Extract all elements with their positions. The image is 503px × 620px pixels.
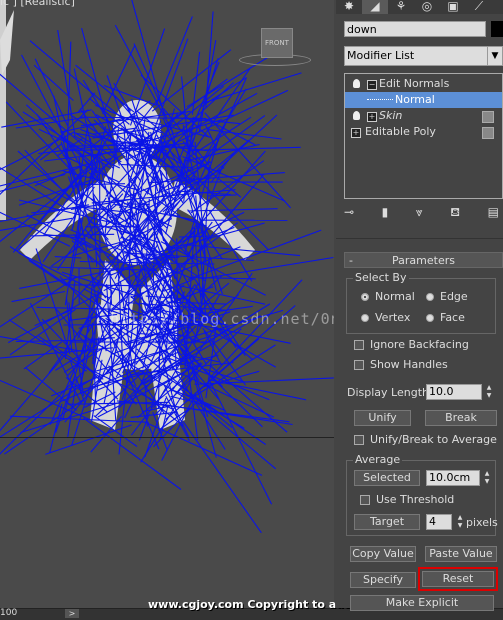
make-explicit-button[interactable]: Make Explicit [350, 595, 494, 611]
stack-item-edit-normals[interactable]: − Edit Normals [345, 76, 502, 92]
remove-modifier-icon[interactable]: ⛾ [450, 205, 460, 225]
utilities-icon[interactable]: ⟋ [466, 0, 492, 14]
time-slider-value: 100 [0, 608, 17, 618]
display-icon[interactable]: ▣ [440, 0, 466, 14]
command-panel-tabs: ✸ ◢ ⚘ ◎ ▣ ⟋ [336, 0, 503, 14]
select-by-group: Select By [346, 278, 496, 334]
rollout-collapse-icon[interactable]: - [349, 253, 353, 269]
time-slider-next-button[interactable]: > [65, 609, 79, 618]
selected-threshold-input[interactable]: 10.0cm [426, 470, 480, 486]
select-by-label: Select By [353, 271, 409, 284]
modify-icon[interactable]: ◢ [362, 0, 388, 14]
ignore-backfacing-label: Ignore Backfacing [370, 338, 469, 351]
unify-break-average-checkbox[interactable] [354, 435, 364, 445]
lightbulb-icon[interactable] [353, 79, 360, 88]
collapse-icon[interactable]: − [367, 80, 377, 90]
create-icon[interactable]: ✸ [336, 0, 362, 14]
pin-stack-icon[interactable]: ⊸ [344, 205, 354, 225]
paste-value-button[interactable]: Paste Value [425, 546, 497, 562]
radio-face[interactable] [426, 314, 434, 322]
modifier-list-dropdown[interactable]: Modifier List ▼ [344, 46, 503, 66]
divider [336, 238, 503, 239]
object-name-field[interactable]: down [344, 21, 486, 37]
chevron-down-icon[interactable]: ▼ [487, 47, 502, 65]
radio-edge[interactable] [426, 293, 434, 301]
stack-toolbar: ⊸ ▮ ⩔ ⛾ ▤ [344, 205, 499, 225]
specify-button[interactable]: Specify [350, 572, 416, 588]
use-threshold-checkbox[interactable] [360, 495, 370, 505]
target-button[interactable]: Target [354, 514, 420, 530]
parameters-rollout-header[interactable]: - Parameters [344, 252, 503, 268]
model-normals-display [0, 0, 334, 608]
selected-threshold-spinner[interactable]: ▲▼ [482, 470, 492, 486]
break-button[interactable]: Break [425, 410, 497, 426]
display-length-label: Display Length: [347, 386, 433, 399]
radio-edge-label: Edge [440, 290, 468, 303]
stack-item-editable-poly[interactable]: + Editable Poly [345, 124, 502, 140]
stack-item-checkbox[interactable] [482, 111, 494, 123]
radio-normal[interactable] [361, 293, 369, 301]
show-handles-label: Show Handles [370, 358, 448, 371]
parameters-rollout: - Parameters Select By Normal Edge Verte… [336, 252, 503, 608]
show-handles-checkbox[interactable] [354, 360, 364, 370]
radio-face-label: Face [440, 311, 465, 324]
reset-highlight-box [418, 567, 498, 591]
ignore-backfacing-checkbox[interactable] [354, 340, 364, 350]
unify-button[interactable]: Unify [354, 410, 411, 426]
configure-modifier-sets-icon[interactable]: ▤ [488, 205, 499, 225]
stack-item-skin[interactable]: + Skin [345, 108, 502, 124]
expand-icon[interactable]: + [351, 128, 361, 138]
lightbulb-icon[interactable] [353, 111, 360, 120]
pixels-label: pixels [466, 516, 498, 529]
use-threshold-label: Use Threshold [376, 493, 454, 506]
stack-item-normal-subobject[interactable]: Normal [345, 92, 502, 108]
stack-item-checkbox[interactable] [482, 127, 494, 139]
modifier-stack: − Edit Normals Normal + Skin + Editable … [344, 73, 503, 199]
object-color-swatch[interactable] [491, 21, 503, 37]
average-label: Average [353, 453, 402, 466]
target-pixels-input[interactable]: 4 [426, 514, 452, 530]
command-panel: ✸ ◢ ⚘ ◎ ▣ ⟋ down Modifier List ▼ − Edit … [336, 0, 503, 608]
display-length-input[interactable]: 10.0 [426, 384, 482, 400]
radio-vertex-label: Vertex [375, 311, 410, 324]
display-length-spinner[interactable]: ▲▼ [484, 384, 494, 400]
radio-vertex[interactable] [361, 314, 369, 322]
viewcube[interactable]: FRONT [261, 28, 293, 58]
make-unique-icon[interactable]: ⩔ [416, 205, 423, 225]
perspective-viewport[interactable]: ic ] [Realistic] FRONT http://blog.csdn.… [0, 0, 334, 608]
show-end-result-icon[interactable]: ▮ [382, 205, 389, 225]
unify-break-average-label: Unify/Break to Average [370, 433, 497, 446]
hierarchy-icon[interactable]: ⚘ [388, 0, 414, 14]
watermark-url: http://blog.csdn.net/0nafioez [110, 310, 334, 328]
copy-value-button[interactable]: Copy Value [350, 546, 416, 562]
motion-icon[interactable]: ◎ [414, 0, 440, 14]
tree-connector [367, 99, 393, 100]
target-pixels-spinner[interactable]: ▲▼ [455, 514, 465, 530]
grid-horizon-line [0, 437, 334, 438]
selected-button[interactable]: Selected [354, 470, 420, 486]
expand-icon[interactable]: + [367, 112, 377, 122]
viewport-label[interactable]: ic ] [Realistic] [0, 0, 75, 8]
radio-normal-label: Normal [375, 290, 415, 303]
